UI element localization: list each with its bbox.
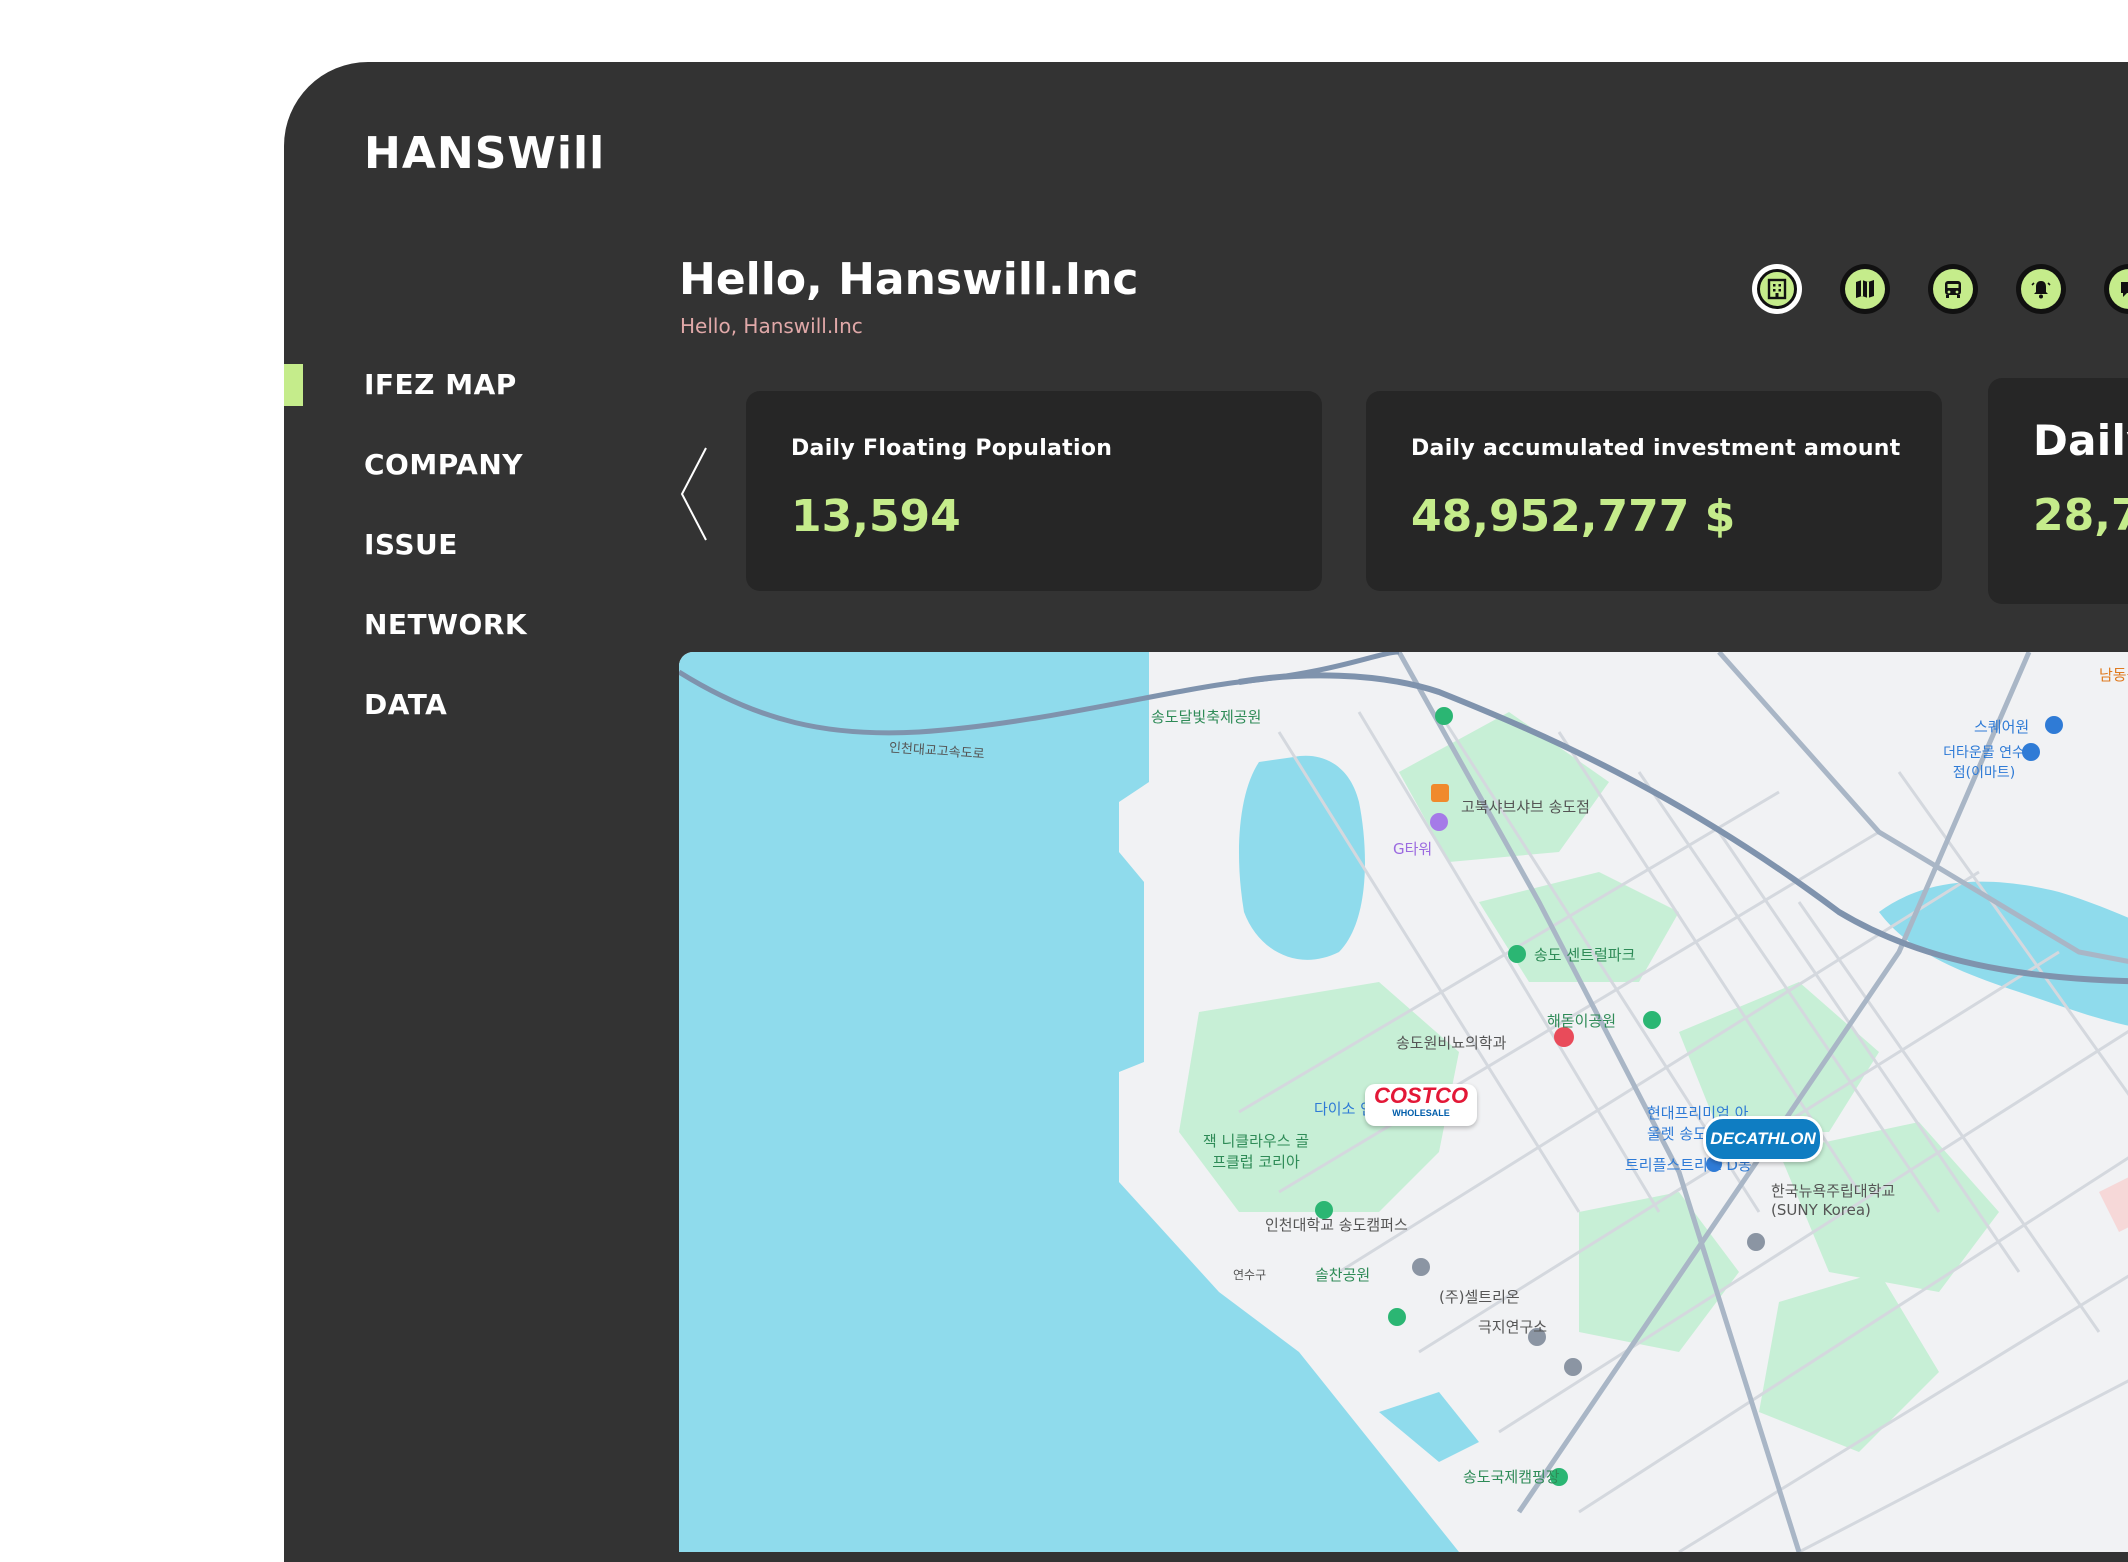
app-logo: HANSWill bbox=[364, 128, 606, 179]
map-label-square-one[interactable]: 스퀘어원 bbox=[1974, 716, 2029, 737]
app-panel: HANSWill IFEZ MAP COMPANY ISSUE NETWORK … bbox=[284, 62, 2128, 1562]
sidebar-item-label: IFEZ MAP bbox=[364, 367, 517, 401]
stat-card-label: Daily Floating Population bbox=[791, 436, 1113, 461]
stat-card-investment-amount: Daily accumulated investment amount 48,9… bbox=[1366, 391, 1942, 591]
bus-icon-button[interactable] bbox=[1928, 264, 1978, 314]
map-label-clinic[interactable]: 송도원비뇨의학과 bbox=[1396, 1032, 1506, 1053]
page-title: Hello, Hanswill.Inc bbox=[679, 254, 1139, 305]
sidebar-item-network[interactable]: NETWORK bbox=[284, 584, 614, 664]
decathlon-logo-text: DECATHLON bbox=[1710, 1129, 1816, 1148]
sidebar-item-label: COMPANY bbox=[364, 447, 524, 481]
map-label-park[interactable]: 송도달빛축제공원 bbox=[1151, 706, 1261, 727]
sidebar-item-label: DATA bbox=[364, 687, 448, 721]
decathlon-marker[interactable]: DECATHLON bbox=[1703, 1116, 1823, 1162]
map-label-haedoji-park[interactable]: 해돋이공원 bbox=[1547, 1010, 1616, 1031]
stat-card-value: 48,952,777 $ bbox=[1411, 491, 1736, 542]
map-label-suny-korea[interactable]: 한국뉴욕주립대학교(SUNY Korea) bbox=[1771, 1180, 1901, 1219]
active-indicator bbox=[284, 364, 303, 406]
sidebar-item-label: NETWORK bbox=[364, 607, 528, 641]
sidebar-item-data[interactable]: DATA bbox=[284, 664, 614, 744]
map-label-celltrion[interactable]: (주)셀트리온 bbox=[1439, 1286, 1520, 1307]
header-icon-bar bbox=[1752, 264, 2128, 314]
building-icon bbox=[1767, 278, 1787, 300]
chevron-left-icon[interactable] bbox=[676, 444, 712, 544]
bell-icon-button[interactable] bbox=[2016, 264, 2066, 314]
stat-card-third: Daily 28,7 bbox=[1988, 378, 2128, 604]
chat-icon bbox=[2121, 282, 2128, 297]
sidebar-nav: IFEZ MAP COMPANY ISSUE NETWORK DATA bbox=[284, 344, 614, 744]
costco-logo-subtext: WHOLESALE bbox=[1392, 1108, 1450, 1118]
building-icon-button[interactable] bbox=[1752, 264, 1802, 314]
ifez-map[interactable]: 송도달빛축제공원 고북샤브샤브 송도점 G타워 송도 센트럴파크 해돋이공원 송… bbox=[679, 652, 2128, 1552]
stat-card-value: 13,594 bbox=[791, 491, 961, 542]
page-subtitle: Hello, Hanswill.Inc bbox=[680, 314, 863, 338]
map-icon bbox=[1856, 280, 1874, 298]
map-label-namdong[interactable]: 남동공 bbox=[2099, 664, 2128, 685]
map-label-emart[interactable]: 더타운몰 연수점(이마트) bbox=[1939, 742, 2029, 782]
costco-logo-text: COSTCO bbox=[1373, 1083, 1469, 1108]
map-label-inu[interactable]: 인천대학교 송도캠퍼스 bbox=[1265, 1214, 1408, 1235]
costco-marker[interactable]: COSTCO WHOLESALE bbox=[1365, 1084, 1477, 1126]
map-icon-button[interactable] bbox=[1840, 264, 1890, 314]
map-label-polar-institute[interactable]: 극지연구소 bbox=[1478, 1316, 1547, 1337]
sidebar-item-company[interactable]: COMPANY bbox=[284, 424, 614, 504]
bell-icon bbox=[2031, 281, 2051, 299]
bus-icon bbox=[1945, 281, 1961, 298]
map-label-gtower[interactable]: G타워 bbox=[1393, 838, 1432, 859]
sidebar-item-ifez-map[interactable]: IFEZ MAP bbox=[284, 344, 614, 424]
stat-card-floating-population: Daily Floating Population 13,594 bbox=[746, 391, 1322, 591]
sidebar-item-issue[interactable]: ISSUE bbox=[284, 504, 614, 584]
map-label-central-park[interactable]: 송도 센트럴파크 bbox=[1534, 944, 1635, 965]
stat-card-label: Daily bbox=[2033, 416, 2128, 465]
sidebar-item-label: ISSUE bbox=[364, 527, 458, 561]
stat-card-value: 28,7 bbox=[2033, 490, 2128, 541]
map-label-yeonsu: 연수구 bbox=[1233, 1268, 1267, 1282]
map-label-restaurant[interactable]: 고북샤브샤브 송도점 bbox=[1461, 796, 1590, 817]
stat-card-label: Daily accumulated investment amount bbox=[1411, 436, 1901, 461]
map-label-camping[interactable]: 송도국제캠핑장 bbox=[1463, 1466, 1560, 1487]
map-label-golf[interactable]: 잭 니클라우스 골프클럽 코리아 bbox=[1201, 1130, 1311, 1172]
chat-icon-button[interactable] bbox=[2104, 264, 2128, 314]
map-label-solchan-park[interactable]: 솔찬공원 bbox=[1315, 1264, 1370, 1285]
